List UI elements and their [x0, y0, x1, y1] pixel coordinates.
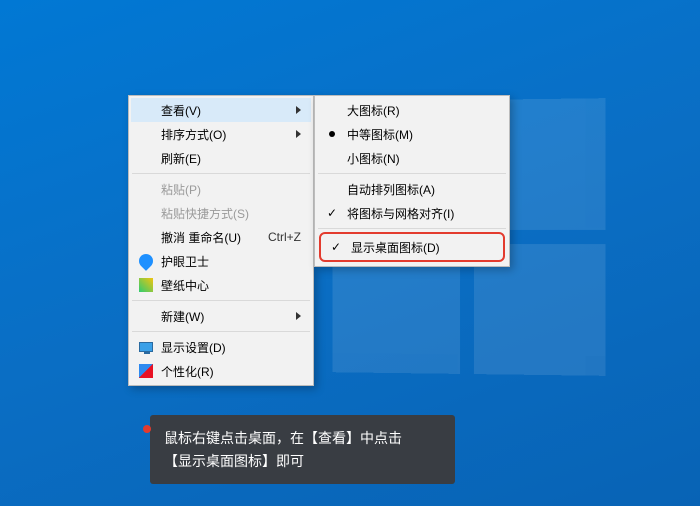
- menu-item-label: 粘贴快捷方式(S): [161, 205, 249, 222]
- menu-item-label: 将图标与网格对齐(I): [347, 205, 454, 222]
- menu-item-label: 小图标(N): [347, 150, 400, 167]
- submenu-item-large-icons[interactable]: 大图标(R): [317, 98, 507, 122]
- tooltip-line: 【显示桌面图标】即可: [164, 450, 441, 472]
- menu-item-new[interactable]: 新建(W): [131, 304, 311, 328]
- menu-item-label: 粘贴(P): [161, 181, 201, 198]
- menu-separator: [318, 228, 506, 229]
- menu-item-wallpaper[interactable]: 壁纸中心: [131, 273, 311, 297]
- menu-separator: [132, 173, 310, 174]
- menu-item-label: 自动排列图标(A): [347, 181, 435, 198]
- monitor-icon: [138, 339, 154, 355]
- bullet-icon: [324, 126, 340, 142]
- wallpaper-icon: [138, 277, 154, 293]
- menu-item-label: 显示桌面图标(D): [351, 239, 440, 256]
- check-icon: ✓: [324, 205, 340, 221]
- menu-item-paste: 粘贴(P): [131, 177, 311, 201]
- shield-icon: [138, 253, 154, 269]
- submenu-item-medium-icons[interactable]: 中等图标(M): [317, 122, 507, 146]
- menu-item-label: 护眼卫士: [161, 253, 209, 270]
- check-icon: ✓: [328, 239, 344, 255]
- desktop-context-menu: 查看(V) 排序方式(O) 刷新(E) 粘贴(P) 粘贴快捷方式(S) 撤消 重…: [128, 95, 314, 386]
- menu-item-label: 刷新(E): [161, 150, 201, 167]
- instruction-tooltip: 鼠标右键点击桌面，在【查看】中点击 【显示桌面图标】即可: [150, 415, 455, 484]
- highlight-frame: ✓ 显示桌面图标(D): [319, 232, 505, 262]
- menu-item-undo-rename[interactable]: 撤消 重命名(U) Ctrl+Z: [131, 225, 311, 249]
- menu-item-label: 显示设置(D): [161, 339, 226, 356]
- chevron-right-icon: [296, 130, 301, 138]
- menu-item-view[interactable]: 查看(V): [131, 98, 311, 122]
- menu-item-paste-shortcut: 粘贴快捷方式(S): [131, 201, 311, 225]
- submenu-item-small-icons[interactable]: 小图标(N): [317, 146, 507, 170]
- menu-item-personalize[interactable]: 个性化(R): [131, 359, 311, 383]
- menu-item-display-settings[interactable]: 显示设置(D): [131, 335, 311, 359]
- menu-item-sort[interactable]: 排序方式(O): [131, 122, 311, 146]
- submenu-item-align-grid[interactable]: ✓ 将图标与网格对齐(I): [317, 201, 507, 225]
- menu-item-eye-guard[interactable]: 护眼卫士: [131, 249, 311, 273]
- menu-item-label: 新建(W): [161, 308, 204, 325]
- menu-item-label: 壁纸中心: [161, 277, 209, 294]
- menu-item-label: 个性化(R): [161, 363, 214, 380]
- menu-item-label: 撤消 重命名(U): [161, 229, 241, 246]
- menu-separator: [132, 331, 310, 332]
- submenu-item-auto-arrange[interactable]: 自动排列图标(A): [317, 177, 507, 201]
- menu-item-label: 中等图标(M): [347, 126, 413, 143]
- menu-item-label: 排序方式(O): [161, 126, 226, 143]
- menu-item-label: 查看(V): [161, 102, 201, 119]
- menu-separator: [318, 173, 506, 174]
- menu-item-refresh[interactable]: 刷新(E): [131, 146, 311, 170]
- menu-item-shortcut: Ctrl+Z: [268, 230, 301, 244]
- view-submenu: 大图标(R) 中等图标(M) 小图标(N) 自动排列图标(A) ✓ 将图标与网格…: [314, 95, 510, 267]
- paint-icon: [138, 363, 154, 379]
- menu-separator: [132, 300, 310, 301]
- chevron-right-icon: [296, 106, 301, 114]
- chevron-right-icon: [296, 312, 301, 320]
- submenu-item-show-desktop-icons[interactable]: ✓ 显示桌面图标(D): [321, 235, 503, 259]
- tooltip-line: 鼠标右键点击桌面，在【查看】中点击: [164, 427, 441, 449]
- menu-item-label: 大图标(R): [347, 102, 400, 119]
